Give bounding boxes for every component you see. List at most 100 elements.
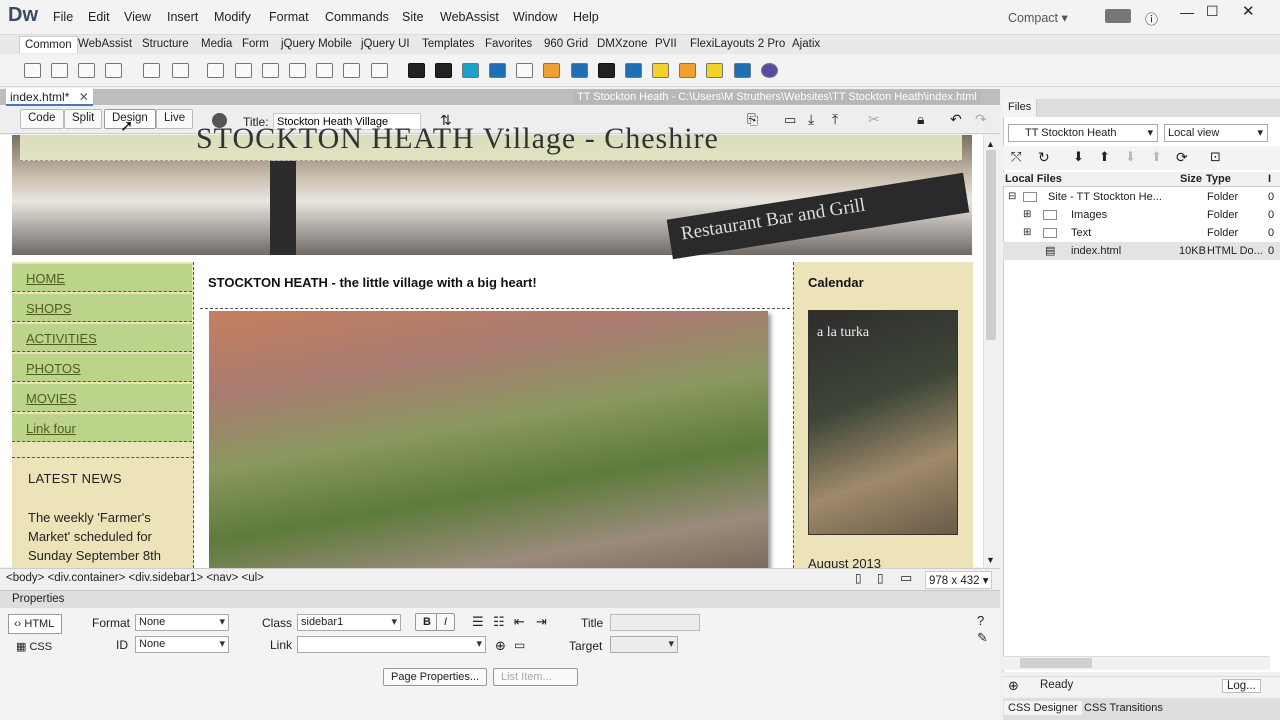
desktop-size-icon[interactable]: ▭ <box>900 570 912 586</box>
comment-icon[interactable] <box>435 63 452 78</box>
tablet-size-icon[interactable]: ▯ <box>877 571 884 585</box>
extensions-icon[interactable] <box>1105 9 1131 23</box>
open-folder-icon[interactable]: ▭ <box>784 112 796 128</box>
file-row[interactable]: ⊞ Images Folder 0 <box>1003 206 1280 224</box>
synchronize-icon[interactable]: ⟳ <box>1176 149 1188 166</box>
info-icon[interactable]: ⓘ <box>1145 9 1158 28</box>
div-icon[interactable] <box>24 63 41 78</box>
minimize-icon[interactable]: — <box>1180 4 1194 20</box>
redo-icon[interactable]: ↷ <box>975 111 987 128</box>
columns-icon[interactable] <box>516 63 533 78</box>
tab-templates[interactable]: Templates <box>422 38 474 50</box>
gallery-icon[interactable] <box>625 63 642 78</box>
menu-format[interactable]: Format <box>269 10 309 24</box>
doc-icon[interactable] <box>679 63 696 78</box>
link-input[interactable] <box>297 636 486 653</box>
menu-modify[interactable]: Modify <box>214 10 251 24</box>
expand-icon[interactable]: ⊞ <box>1023 227 1031 238</box>
maximize-icon[interactable]: ☐ <box>1206 3 1219 20</box>
col-local-files[interactable]: Local Files <box>1005 173 1062 185</box>
tab-960-grid[interactable]: 960 Grid <box>544 38 588 50</box>
nav-link-four[interactable]: Link four <box>12 414 192 442</box>
code-view-button[interactable]: Code <box>20 109 64 129</box>
document-tab[interactable]: index.html* ✕ <box>6 88 93 106</box>
italic-button[interactable]: I <box>436 613 456 631</box>
nav-link-photos[interactable]: PHOTOS <box>12 354 192 382</box>
menu-edit[interactable]: Edit <box>88 10 110 24</box>
col-type[interactable]: Type <box>1206 173 1231 185</box>
get-icon[interactable]: ⤓ <box>808 111 814 128</box>
refresh-icon[interactable]: ↻ <box>1038 149 1050 166</box>
file-row[interactable]: ▤ index.html 10KB HTML Do... 0 <box>1003 242 1280 260</box>
file-row[interactable]: ⊞ Text Folder 0 <box>1003 224 1280 242</box>
check-in-icon[interactable]: ⬆ <box>1151 149 1162 165</box>
quick-tag-icon[interactable]: ✎ <box>977 630 988 646</box>
menu-insert[interactable]: Insert <box>167 10 198 24</box>
get-files-icon[interactable]: ⬇ <box>1073 149 1084 165</box>
bars-icon[interactable] <box>598 63 615 78</box>
menu-file[interactable]: File <box>53 10 73 24</box>
photo-icon[interactable] <box>571 63 588 78</box>
files-tab[interactable]: Files <box>1003 99 1038 117</box>
point-to-file-icon[interactable]: ⊕ <box>495 638 506 654</box>
canvas-scroll-thumb[interactable] <box>986 150 996 340</box>
workspace-switcher[interactable]: Compact ▾ <box>1008 10 1068 25</box>
hyperlink-icon[interactable] <box>235 63 252 78</box>
indent-icon[interactable]: ⇥ <box>536 614 547 630</box>
check-out-icon[interactable]: ⬇ <box>1125 149 1136 165</box>
lock-icon[interactable]: 🔒︎ <box>917 111 924 128</box>
tag-selector[interactable]: <body> <div.container> <div.sidebar1> <n… <box>6 572 264 584</box>
unordered-list-icon[interactable]: ☰ <box>472 614 484 630</box>
tab-webassist[interactable]: WebAssist <box>78 38 132 50</box>
template-icon[interactable] <box>371 63 388 78</box>
layout-icon[interactable] <box>489 63 506 78</box>
nav-link-activities[interactable]: ACTIVITIES <box>12 324 192 352</box>
tab-structure[interactable]: Structure <box>142 38 189 50</box>
tab-flexilayouts[interactable]: FlexiLayouts 2 Pro <box>690 38 785 50</box>
html-mode-button[interactable]: ‹› HTML <box>8 614 62 634</box>
put-icon[interactable]: ⤒ <box>832 111 838 128</box>
tab-css-designer[interactable]: CSS Designer <box>1004 701 1082 715</box>
list-item-button[interactable]: List Item... <box>493 668 578 686</box>
globe-icon[interactable] <box>761 63 778 78</box>
paragraph-icon[interactable] <box>143 63 160 78</box>
tab-form[interactable]: Form <box>242 38 269 50</box>
new-doc-icon[interactable]: ⎘ <box>747 111 758 128</box>
date-icon[interactable] <box>316 63 333 78</box>
split-view-button[interactable]: Split <box>64 109 103 129</box>
undo-icon[interactable]: ↶ <box>950 111 962 128</box>
browse-folder-icon[interactable]: ▭ <box>514 638 525 652</box>
table-icon[interactable] <box>51 63 68 78</box>
iframe-icon[interactable] <box>343 63 360 78</box>
files-hscroll-thumb[interactable] <box>1020 658 1092 668</box>
col-modified[interactable]: I <box>1268 173 1271 185</box>
cut-icon[interactable]: ✂ <box>868 111 880 128</box>
chat-icon[interactable] <box>462 63 479 78</box>
menu-view[interactable]: View <box>124 10 151 24</box>
horizontal-rule-icon[interactable] <box>289 63 306 78</box>
menu-window[interactable]: Window <box>513 10 557 24</box>
tab-favorites[interactable]: Favorites <box>485 38 532 50</box>
arrows-icon[interactable] <box>706 63 723 78</box>
file-row[interactable]: ⊟ Site - TT Stockton He... Folder 0 <box>1003 188 1280 206</box>
tab-dmxzone[interactable]: DMXzone <box>597 38 648 50</box>
class-select[interactable]: sidebar1 <box>297 614 401 631</box>
menu-webassist[interactable]: WebAssist <box>440 10 499 24</box>
target-select[interactable] <box>610 636 678 653</box>
ordered-list-icon[interactable]: ☷ <box>493 614 505 630</box>
scroll-up-icon[interactable]: ▲ <box>986 139 995 149</box>
scroll-down-icon[interactable]: ▼ <box>986 555 995 565</box>
tag-icon[interactable] <box>172 63 189 78</box>
format-select[interactable]: None <box>135 614 229 631</box>
page-properties-button[interactable]: Page Properties... <box>383 668 488 686</box>
tab-css-transitions[interactable]: CSS Transitions <box>1080 701 1167 715</box>
note-icon[interactable] <box>652 63 669 78</box>
site-select[interactable]: TT Stockton Heath ▾ <box>1008 124 1158 142</box>
close-tab-icon[interactable]: ✕ <box>79 90 89 104</box>
menu-help[interactable]: Help <box>573 10 599 24</box>
image-icon[interactable] <box>105 63 122 78</box>
live-view-button[interactable]: Live <box>156 109 194 129</box>
view-select[interactable]: Local view ▾ <box>1164 124 1268 142</box>
tab-pvii[interactable]: PVII <box>655 38 677 50</box>
id-select[interactable]: None <box>135 636 229 653</box>
